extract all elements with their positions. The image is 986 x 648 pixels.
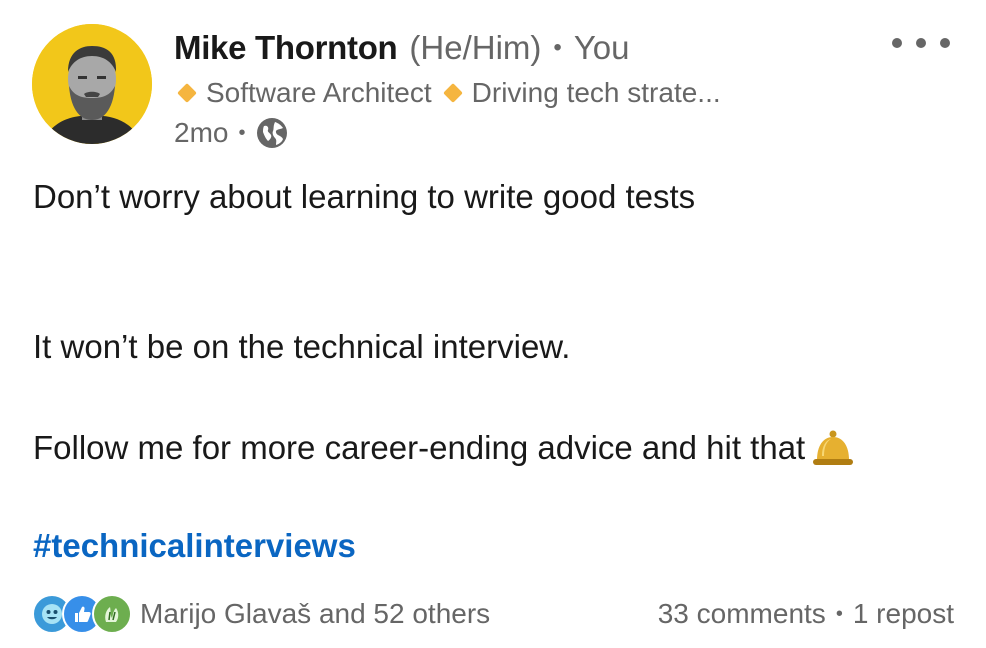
celebrate-icon [92,594,132,634]
social-counts: Marijo Glavaš and 52 others 33 comments … [32,592,954,636]
reactors-summary[interactable]: Marijo Glavaš and 52 others [140,598,490,630]
post-text-line: Don’t worry about learning to write good… [33,178,696,215]
more-dot-icon [916,38,926,48]
post-text-content: Follow me for more career-ending advice … [33,429,806,466]
headline-role: Software Architect [206,77,432,108]
author-name[interactable]: Mike Thornton [174,29,398,67]
post-meta: 2mo • [174,114,289,152]
post-text-line: It won’t be on the technical interview. [33,328,571,365]
diamond-icon [442,83,463,103]
post-age[interactable]: 2mo [174,117,228,149]
diamond-icon [177,83,197,103]
comments-count[interactable]: 33 comments [658,598,826,630]
headline-tagline: Driving tech strate... [471,77,721,108]
bell-icon [811,428,855,468]
more-options-button[interactable] [892,30,950,56]
meta-separator: • [238,121,246,144]
reaction-icons[interactable] [32,594,132,634]
author-separator: • [553,34,562,61]
reposts-count[interactable]: 1 repost [853,598,954,630]
avatar-portrait [32,24,152,144]
more-dot-icon [892,38,902,48]
relationship-label: You [573,29,630,66]
author-avatar[interactable] [32,24,152,144]
hashtag-link[interactable]: #technicalinterviews [33,527,356,565]
more-dot-icon [940,38,950,48]
globe-icon [255,116,289,150]
post-text-line: Follow me for more career-ending advice … [33,428,855,468]
author-line: Mike Thornton (He/Him) • You [174,28,630,68]
author-pronouns: (He/Him) [409,29,542,66]
stats-separator: • [835,602,843,625]
author-headline: Software Architect Driving tech strate..… [174,74,721,112]
